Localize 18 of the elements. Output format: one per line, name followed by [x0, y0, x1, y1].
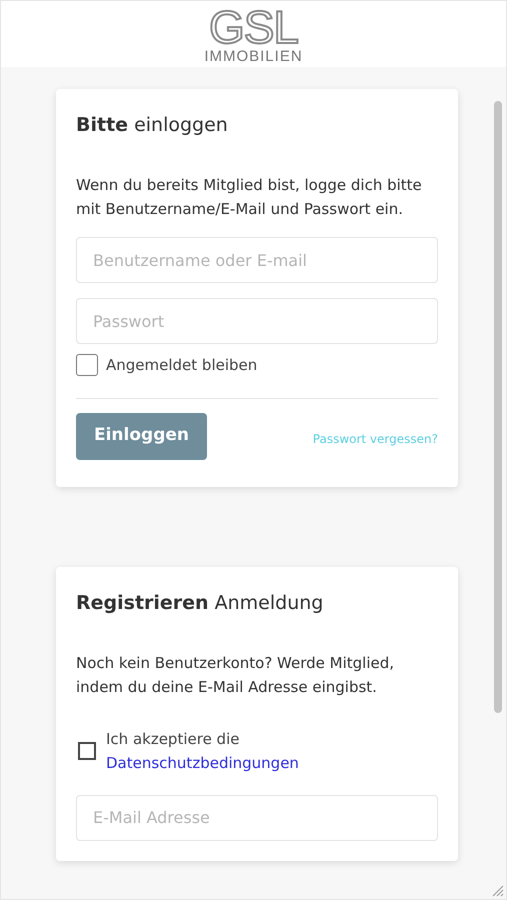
card-title: Registrieren Anmeldung: [76, 590, 324, 616]
email-field[interactable]: E-Mail Adresse: [76, 794, 438, 840]
card-title: Bitte einloggen: [76, 113, 229, 138]
login-description: Wenn du bereits Mitglied bist, logge dich bitte mit Benutzername/E-Mail und Passwort ein.: [76, 175, 423, 220]
checkbox[interactable]: [76, 354, 98, 376]
checkbox-label: Ich akzeptiere die: [106, 728, 240, 750]
checkbox-label: Angemeldet bleiben: [106, 355, 258, 376]
scrollbar[interactable]: [494, 101, 502, 713]
privacy-policy-link[interactable]: Datenschutzbedingungen: [106, 750, 299, 774]
logo-subtitle: IMMOBILIEN: [204, 49, 303, 65]
register-description: Noch kein Benutzerkonto? Werde Mitglied, indem du deine E-Mail Adresse eingibst.: [76, 652, 396, 698]
forgot-password-link[interactable]: Passwort vergessen?: [312, 430, 438, 448]
resize-grip-icon[interactable]: [490, 883, 504, 897]
login-button[interactable]: Einloggen: [76, 412, 207, 460]
username-field[interactable]: Benutzername oder E-mail: [76, 237, 438, 283]
password-field[interactable]: Passwort: [76, 298, 438, 344]
logo-wordmark: GSL: [208, 5, 298, 49]
checkbox[interactable]: [78, 742, 96, 760]
